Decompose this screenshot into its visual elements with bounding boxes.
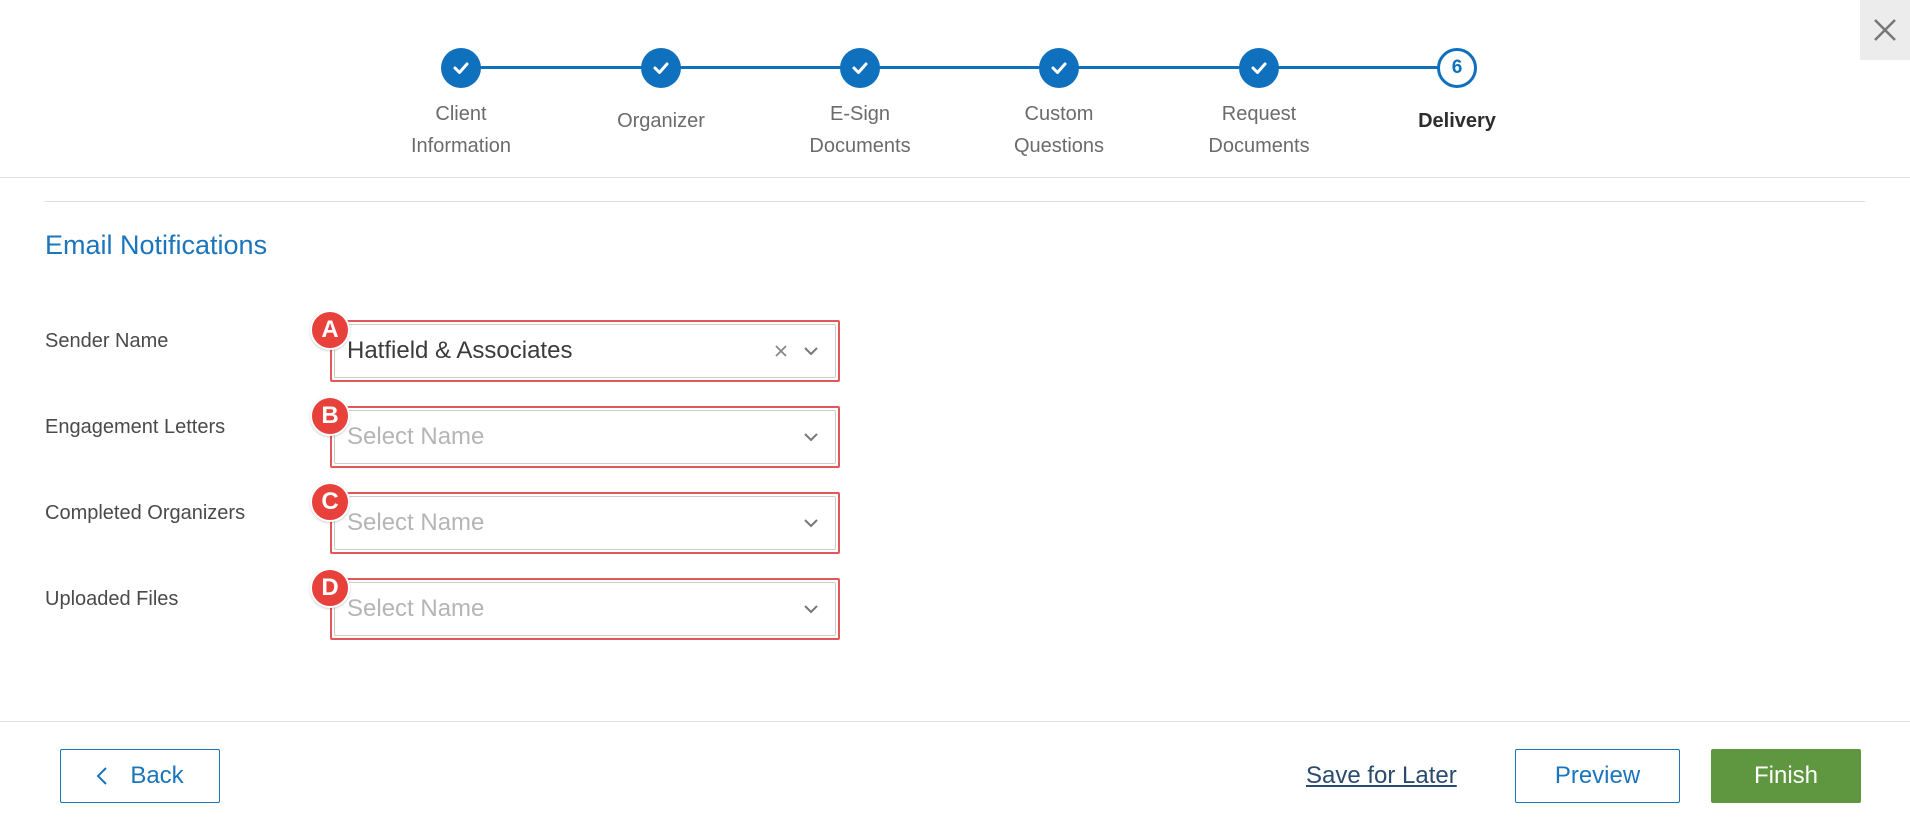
field-sender-name: Sender Name A Hatfield & Associates — [45, 310, 845, 382]
step-label: Organizer — [617, 110, 705, 132]
uploaded-files-select[interactable]: Select Name — [330, 578, 840, 640]
annotation-badge: C — [310, 482, 350, 522]
step-client-information[interactable]: Client Information — [361, 48, 561, 162]
step-label: Request Documents — [1208, 103, 1310, 157]
chevron-down-icon[interactable] — [799, 339, 823, 363]
step-complete-check-icon — [840, 48, 880, 88]
step-delivery[interactable]: 6 Delivery — [1357, 48, 1557, 137]
field-label: Engagement Letters — [45, 416, 226, 438]
field-label: Completed Organizers — [45, 502, 246, 524]
step-e-sign-documents[interactable]: E-Sign Documents — [760, 48, 960, 162]
step-complete-check-icon — [1039, 48, 1079, 88]
annotation-badge: D — [310, 568, 350, 608]
chevron-down-icon[interactable] — [799, 425, 823, 449]
step-complete-check-icon — [641, 48, 681, 88]
chevron-left-icon — [96, 767, 108, 785]
select-placeholder: Select Name — [347, 423, 485, 450]
step-complete-check-icon — [1239, 48, 1279, 88]
completed-organizers-select[interactable]: Select Name — [330, 492, 840, 554]
field-uploaded-files: Uploaded Files D Select Name — [45, 568, 845, 640]
engagement-letters-select[interactable]: Select Name — [330, 406, 840, 468]
section-divider — [45, 201, 1865, 202]
field-engagement-letters: Engagement Letters B Select Name — [45, 396, 845, 468]
field-label: Uploaded Files — [45, 588, 179, 610]
progress-stepper: Client Information Organizer E-Sign Docu… — [0, 0, 1910, 178]
field-completed-organizers: Completed Organizers C Select Name — [45, 482, 845, 554]
footer-actions: Back Save for Later Preview Finish — [0, 721, 1910, 826]
save-for-later-link[interactable]: Save for Later — [1306, 762, 1457, 790]
step-label: Client Information — [410, 103, 512, 157]
sender-name-select[interactable]: Hatfield & Associates — [330, 320, 840, 382]
step-label: Custom Questions — [1013, 103, 1105, 157]
step-number: 6 — [1437, 48, 1477, 88]
annotation-badge: B — [310, 396, 350, 436]
step-label: Delivery — [1418, 110, 1496, 132]
clear-icon[interactable] — [769, 339, 793, 363]
select-placeholder: Select Name — [347, 595, 485, 622]
back-button-label: Back — [130, 762, 184, 789]
step-complete-check-icon — [441, 48, 481, 88]
field-label: Sender Name — [45, 330, 169, 352]
step-custom-questions[interactable]: Custom Questions — [959, 48, 1159, 162]
annotation-badge: A — [310, 310, 350, 350]
chevron-down-icon[interactable] — [799, 511, 823, 535]
finish-button[interactable]: Finish — [1711, 749, 1861, 803]
step-label: E-Sign Documents — [809, 103, 911, 157]
preview-button[interactable]: Preview — [1515, 749, 1680, 803]
back-button[interactable]: Back — [60, 749, 220, 803]
step-request-documents[interactable]: Request Documents — [1159, 48, 1359, 162]
chevron-down-icon[interactable] — [799, 597, 823, 621]
select-value: Hatfield & Associates — [347, 337, 573, 364]
step-organizer[interactable]: Organizer — [561, 48, 761, 137]
section-title: Email Notifications — [45, 230, 268, 260]
select-placeholder: Select Name — [347, 509, 485, 536]
